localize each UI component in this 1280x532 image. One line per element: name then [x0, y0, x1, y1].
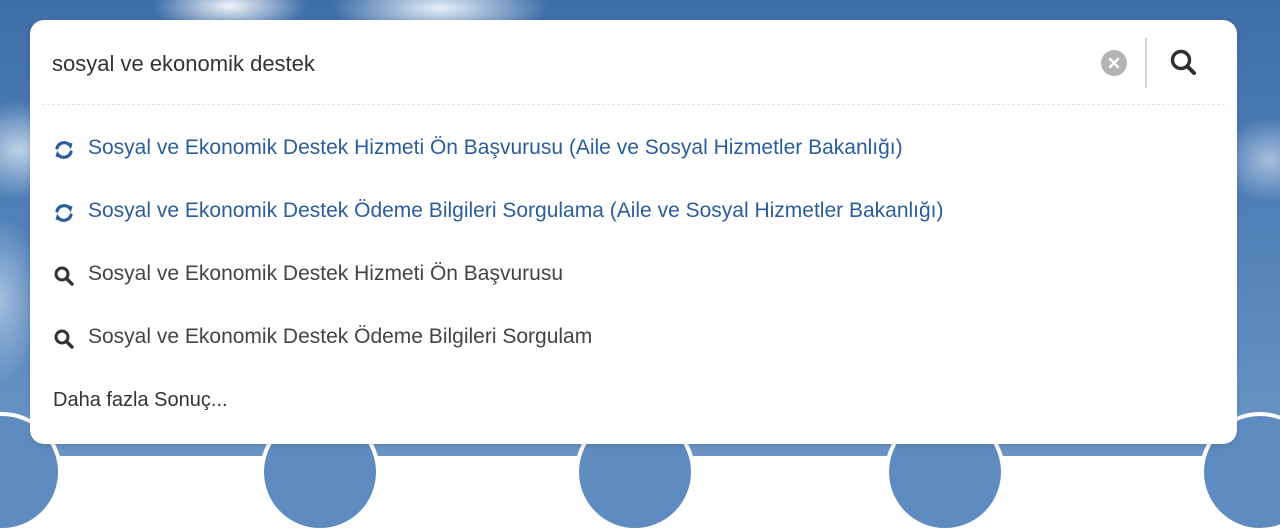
suggestion-item[interactable]: Sosyal ve Ekonomik Destek Ödeme Bilgiler… [30, 183, 1237, 246]
refresh-icon [55, 204, 73, 222]
suggestion-item[interactable]: Sosyal ve Ekonomik Destek Ödeme Bilgiler… [30, 309, 1237, 372]
more-results-link[interactable]: Daha fazla Sonuç... [53, 389, 228, 412]
search-submit-button[interactable] [1167, 46, 1201, 80]
suggestion-label[interactable]: Sosyal ve Ekonomik Destek Ödeme Bilgiler… [88, 325, 592, 349]
suggestion-label[interactable]: Sosyal ve Ekonomik Destek Hizmeti Ön Baş… [88, 136, 903, 160]
refresh-icon [55, 141, 73, 159]
suggestion-item[interactable]: Sosyal ve Ekonomik Destek Hizmeti Ön Baş… [30, 120, 1237, 183]
suggestion-list: Sosyal ve Ekonomik Destek Hizmeti Ön Baş… [30, 120, 1237, 372]
search-icon [1170, 49, 1196, 75]
suggestion-label[interactable]: Sosyal ve Ekonomik Destek Hizmeti Ön Baş… [88, 262, 563, 286]
search-bar [30, 20, 1237, 106]
results-divider [42, 104, 1225, 105]
search-divider [1145, 38, 1147, 88]
search-input[interactable] [52, 46, 1092, 82]
search-panel: Sosyal ve Ekonomik Destek Hizmeti Ön Baş… [30, 20, 1237, 444]
search-icon [54, 266, 74, 286]
search-icon [54, 329, 74, 349]
clear-search-button[interactable] [1101, 50, 1127, 76]
close-circle-icon [1108, 57, 1120, 69]
suggestion-item[interactable]: Sosyal ve Ekonomik Destek Hizmeti Ön Baş… [30, 246, 1237, 309]
suggestion-label[interactable]: Sosyal ve Ekonomik Destek Ödeme Bilgiler… [88, 199, 944, 223]
